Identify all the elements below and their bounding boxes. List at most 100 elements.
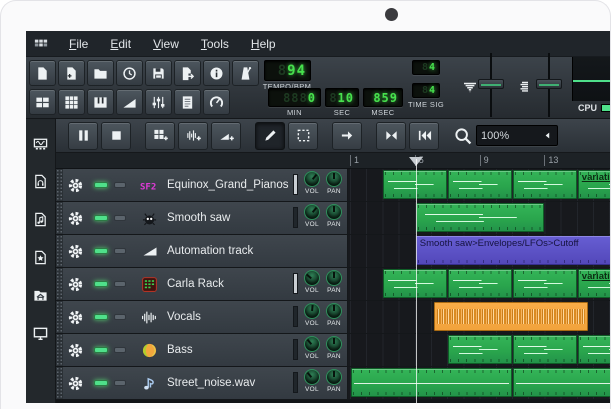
- add-bb-track-button[interactable]: [145, 121, 175, 150]
- menu-view[interactable]: View: [153, 37, 179, 51]
- midi-segment[interactable]: [448, 170, 512, 199]
- mute-toggle[interactable]: [94, 347, 108, 353]
- project-properties-button[interactable]: [203, 60, 230, 86]
- sidebar-presets-button[interactable]: [29, 207, 53, 231]
- track-grip[interactable]: [56, 235, 63, 267]
- automation-segment[interactable]: Smooth saw>Envelopes/LFOs>Cutoff: [415, 236, 610, 265]
- track-grip[interactable]: [56, 367, 63, 399]
- draw-mode-button[interactable]: [255, 121, 285, 150]
- solo-toggle[interactable]: [114, 314, 126, 320]
- pan-knob[interactable]: [326, 369, 342, 385]
- sample-segment[interactable]: [513, 368, 610, 397]
- edit-mode-button[interactable]: [288, 121, 318, 150]
- track-pattern-lane[interactable]: [348, 334, 610, 366]
- tempo-display[interactable]: 8 94: [264, 60, 311, 81]
- rewind-to-start-button[interactable]: [409, 121, 439, 150]
- zoom-decrease-arrow-icon[interactable]: [542, 130, 553, 141]
- track-name[interactable]: Street_noise.wav: [167, 377, 255, 389]
- menu-tools[interactable]: Tools: [201, 37, 229, 51]
- beat-bassline-editor-button[interactable]: [58, 89, 85, 115]
- master-volume-handle[interactable]: [478, 79, 504, 89]
- track-grip[interactable]: [56, 268, 63, 300]
- sample-segment[interactable]: [351, 368, 512, 397]
- stop-button[interactable]: [101, 121, 131, 150]
- solo-toggle[interactable]: [114, 380, 126, 386]
- vol-knob[interactable]: [304, 171, 320, 187]
- track-pattern-lane[interactable]: variation: [348, 268, 610, 300]
- midi-segment[interactable]: [383, 269, 448, 298]
- lmms-logo-icon[interactable]: [34, 37, 48, 51]
- menu-help[interactable]: Help: [251, 37, 276, 51]
- pause-button[interactable]: [68, 121, 98, 150]
- track-pattern-lane[interactable]: variation: [348, 169, 610, 201]
- audio-segment[interactable]: [433, 302, 589, 331]
- track-name[interactable]: Equinox_Grand_Pianos: [167, 179, 288, 191]
- track-name[interactable]: Vocals: [167, 311, 201, 323]
- pan-knob[interactable]: [326, 171, 342, 187]
- solo-toggle[interactable]: [114, 347, 126, 353]
- track-gear-icon[interactable]: [67, 210, 84, 227]
- midi-segment[interactable]: [448, 269, 512, 298]
- follow-playhead-button[interactable]: [332, 121, 362, 150]
- sidebar-favorites-button[interactable]: [29, 245, 53, 269]
- midi-segment[interactable]: variation: [577, 170, 610, 199]
- track-gear-icon[interactable]: [67, 243, 84, 260]
- midi-segment[interactable]: variation: [577, 269, 610, 298]
- track-pattern-lane[interactable]: [348, 301, 610, 333]
- save-project-button[interactable]: [145, 60, 172, 86]
- playhead-marker[interactable]: [409, 157, 424, 166]
- new-project-button[interactable]: [29, 60, 56, 86]
- track-grip[interactable]: [56, 169, 63, 201]
- sidebar-home-button[interactable]: [29, 283, 53, 307]
- export-project-button[interactable]: [174, 60, 201, 86]
- timesig-denominator-display[interactable]: 84: [412, 83, 440, 98]
- track-header[interactable]: Bass VOL PAN: [56, 334, 348, 366]
- track-name[interactable]: Automation track: [167, 245, 253, 257]
- midi-segment[interactable]: [577, 335, 610, 364]
- add-automation-track-button[interactable]: [211, 121, 241, 150]
- mute-toggle[interactable]: [94, 380, 108, 386]
- open-project-button[interactable]: [87, 60, 114, 86]
- track-gear-icon[interactable]: [67, 276, 84, 293]
- timesig-numerator-display[interactable]: 84: [412, 60, 440, 75]
- track-header[interactable]: Street_noise.wav VOL PAN: [56, 367, 348, 399]
- master-volume-slider[interactable]: [478, 53, 504, 117]
- sidebar-computer-button[interactable]: [29, 321, 53, 345]
- mute-toggle[interactable]: [94, 215, 108, 221]
- midi-segment[interactable]: [415, 203, 545, 232]
- master-pitch-handle[interactable]: [536, 79, 562, 89]
- track-grip[interactable]: [56, 202, 63, 234]
- track-gear-icon[interactable]: [67, 342, 84, 359]
- recently-opened-projects-button[interactable]: [116, 60, 143, 86]
- vol-knob[interactable]: [304, 204, 320, 220]
- track-header[interactable]: Carla Rack VOL PAN: [56, 268, 348, 300]
- timeline-ruler[interactable]: 1 5 9 13: [56, 153, 610, 169]
- sidebar-samples-button[interactable]: [29, 169, 53, 193]
- automation-editor-button[interactable]: [116, 89, 143, 115]
- solo-toggle[interactable]: [114, 182, 126, 188]
- solo-toggle[interactable]: [114, 248, 126, 254]
- song-editor-button[interactable]: [29, 89, 56, 115]
- stop-behaviour-button[interactable]: [376, 121, 406, 150]
- menu-edit[interactable]: Edit: [110, 37, 131, 51]
- piano-roll-button[interactable]: [87, 89, 114, 115]
- track-header[interactable]: Smooth saw VOL PAN: [56, 202, 348, 234]
- track-header[interactable]: SF2 Equinox_Grand_Pianos VOL PAN: [56, 169, 348, 201]
- project-notes-button[interactable]: [174, 89, 201, 115]
- track-header[interactable]: Vocals VOL PAN: [56, 301, 348, 333]
- pan-knob[interactable]: [326, 204, 342, 220]
- mute-toggle[interactable]: [94, 281, 108, 287]
- timeline-scale[interactable]: 1 5 9 13: [348, 153, 610, 168]
- track-grip[interactable]: [56, 301, 63, 333]
- midi-segment[interactable]: [513, 335, 577, 364]
- time-minutes-display[interactable]: 888 0: [268, 88, 321, 107]
- zoom-level-display[interactable]: 100%: [476, 125, 558, 146]
- track-pattern-lane[interactable]: [348, 367, 610, 399]
- track-grip[interactable]: [56, 334, 63, 366]
- master-pitch-slider[interactable]: [536, 53, 562, 117]
- track-gear-icon[interactable]: [67, 309, 84, 326]
- mute-toggle[interactable]: [94, 182, 108, 188]
- add-sample-track-button[interactable]: [178, 121, 208, 150]
- midi-segment[interactable]: [448, 335, 512, 364]
- midi-segment[interactable]: [383, 170, 448, 199]
